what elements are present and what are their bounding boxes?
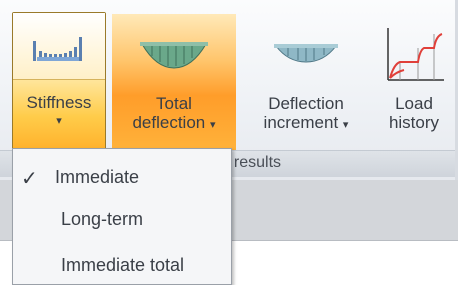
- load-history-icon: [387, 28, 444, 81]
- total-deflection-label-text: deflection: [132, 113, 206, 132]
- menu-item-label: Immediate: [55, 167, 140, 187]
- menu-item-immediate[interactable]: ✓ Immediate: [13, 157, 231, 195]
- deflection-increment-button[interactable]: Deflection increment ▾: [248, 14, 364, 150]
- menu-item-immediate-total[interactable]: Immediate total: [13, 245, 231, 283]
- deflection-increment-label-2: increment ▾: [248, 113, 364, 135]
- deflection-increment-label-text: increment: [263, 113, 339, 132]
- stiffness-icon: [33, 37, 82, 61]
- deflection-increment-label-area[interactable]: Deflection increment ▾: [248, 94, 364, 135]
- stiffness-button[interactable]: Stiffness ▾: [12, 12, 106, 152]
- chevron-down-icon[interactable]: ▾: [13, 112, 105, 131]
- stiffness-label-area[interactable]: Stiffness ▾: [13, 93, 105, 131]
- group-label: f results: [225, 154, 282, 171]
- total-deflection-label-area[interactable]: Total deflection ▾: [112, 94, 236, 135]
- load-history-icon-wrap: [374, 22, 454, 82]
- stiffness-dropdown-menu: ✓ Immediate Long-term Immediate total: [12, 148, 232, 285]
- total-deflection-label-2: deflection ▾: [112, 113, 236, 135]
- load-history-label-2: history: [388, 113, 440, 132]
- deflection-increment-icon-wrap: [248, 22, 364, 82]
- total-deflection-button[interactable]: Total deflection ▾: [112, 14, 236, 150]
- chevron-down-icon[interactable]: ▾: [210, 119, 216, 131]
- menu-item-long-term[interactable]: Long-term: [13, 199, 231, 237]
- load-history-label-area[interactable]: Load history: [374, 94, 454, 132]
- deflection-increment-icon: [274, 44, 338, 63]
- load-history-button[interactable]: Load history: [374, 14, 454, 150]
- checkmark-icon: ✓: [21, 168, 38, 190]
- stiffness-label: Stiffness: [26, 93, 92, 112]
- total-deflection-icon-wrap: [112, 22, 236, 82]
- total-deflection-icon: [140, 42, 208, 69]
- menu-item-label: Immediate total: [61, 255, 185, 275]
- chevron-down-icon[interactable]: ▾: [343, 119, 349, 131]
- total-deflection-label-1: Total: [156, 94, 192, 113]
- load-history-label-1: Load: [395, 94, 433, 113]
- menu-item-label: Long-term: [61, 209, 144, 229]
- stiffness-button-top[interactable]: [13, 13, 105, 80]
- deflection-increment-label-1: Deflection: [268, 94, 344, 113]
